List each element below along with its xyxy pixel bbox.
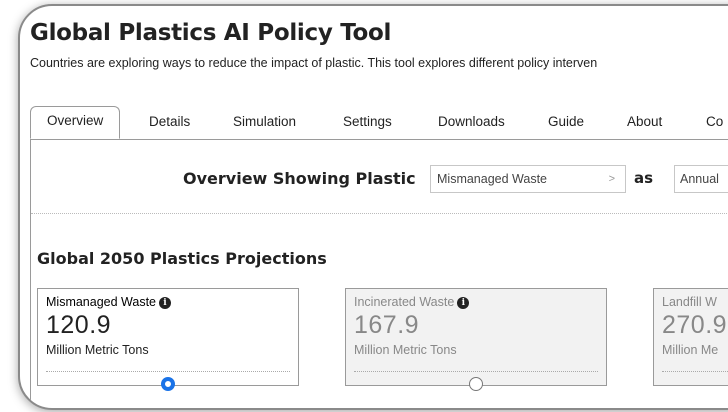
card-incinerated-waste[interactable]: Incinerated Waste i 167.9 Million Metric …	[345, 288, 607, 391]
overview-panel: Overview Showing Plastic Mismanaged Wast…	[30, 139, 728, 408]
metric-select[interactable]: Mismanaged Waste >	[430, 165, 626, 193]
card-divider	[46, 371, 290, 372]
card-divider	[354, 371, 598, 372]
card-title: Incinerated Waste i	[354, 295, 598, 309]
card-unit: Million Metric Tons	[46, 343, 149, 357]
card-radio-selected[interactable]	[161, 377, 175, 391]
tab-guide[interactable]: Guide	[548, 108, 584, 138]
card-value: 167.9	[354, 311, 420, 339]
card-divider	[662, 371, 728, 372]
tab-simulation[interactable]: Simulation	[233, 108, 296, 138]
tab-details[interactable]: Details	[149, 108, 190, 138]
card-value: 120.9	[46, 311, 112, 339]
app-title: Global Plastics AI Policy Tool	[30, 20, 392, 46]
card-unit: Million Me	[662, 343, 719, 357]
filter-label: Overview Showing Plastic	[183, 169, 416, 188]
card-title: Landfill W	[662, 295, 717, 309]
tab-contact[interactable]: Co	[706, 108, 723, 138]
section-heading: Global 2050 Plastics Projections	[37, 249, 327, 268]
divider	[31, 213, 728, 214]
chevron-right-icon: >	[608, 173, 615, 185]
card-value: 270.9	[662, 311, 728, 339]
tab-settings[interactable]: Settings	[343, 108, 392, 138]
card-unit: Million Metric Tons	[354, 343, 457, 357]
filter-row: Overview Showing Plastic Mismanaged Wast…	[31, 165, 728, 195]
tab-overview[interactable]: Overview	[30, 106, 121, 139]
card-mismanaged-waste[interactable]: Mismanaged Waste i 120.9 Million Metric T…	[37, 288, 299, 391]
app-description: Countries are exploring ways to reduce t…	[30, 56, 598, 70]
mode-select-value: Annual	[680, 172, 719, 186]
app-window: Global Plastics AI Policy Tool Countries…	[18, 4, 728, 410]
mode-select[interactable]: Annual	[674, 165, 728, 193]
info-icon[interactable]: i	[457, 297, 470, 309]
tab-about[interactable]: About	[627, 108, 662, 138]
card-title: Mismanaged Waste i	[46, 295, 290, 309]
metric-select-value: Mismanaged Waste	[437, 172, 547, 186]
info-icon[interactable]: i	[159, 297, 171, 309]
card-landfill-waste[interactable]: Landfill W 270.9 Million Me	[653, 288, 728, 386]
tab-bar: Overview Details Simulation Settings Dow…	[30, 106, 728, 140]
as-label: as	[634, 169, 654, 187]
card-radio[interactable]	[469, 377, 483, 391]
tab-downloads[interactable]: Downloads	[438, 108, 505, 138]
